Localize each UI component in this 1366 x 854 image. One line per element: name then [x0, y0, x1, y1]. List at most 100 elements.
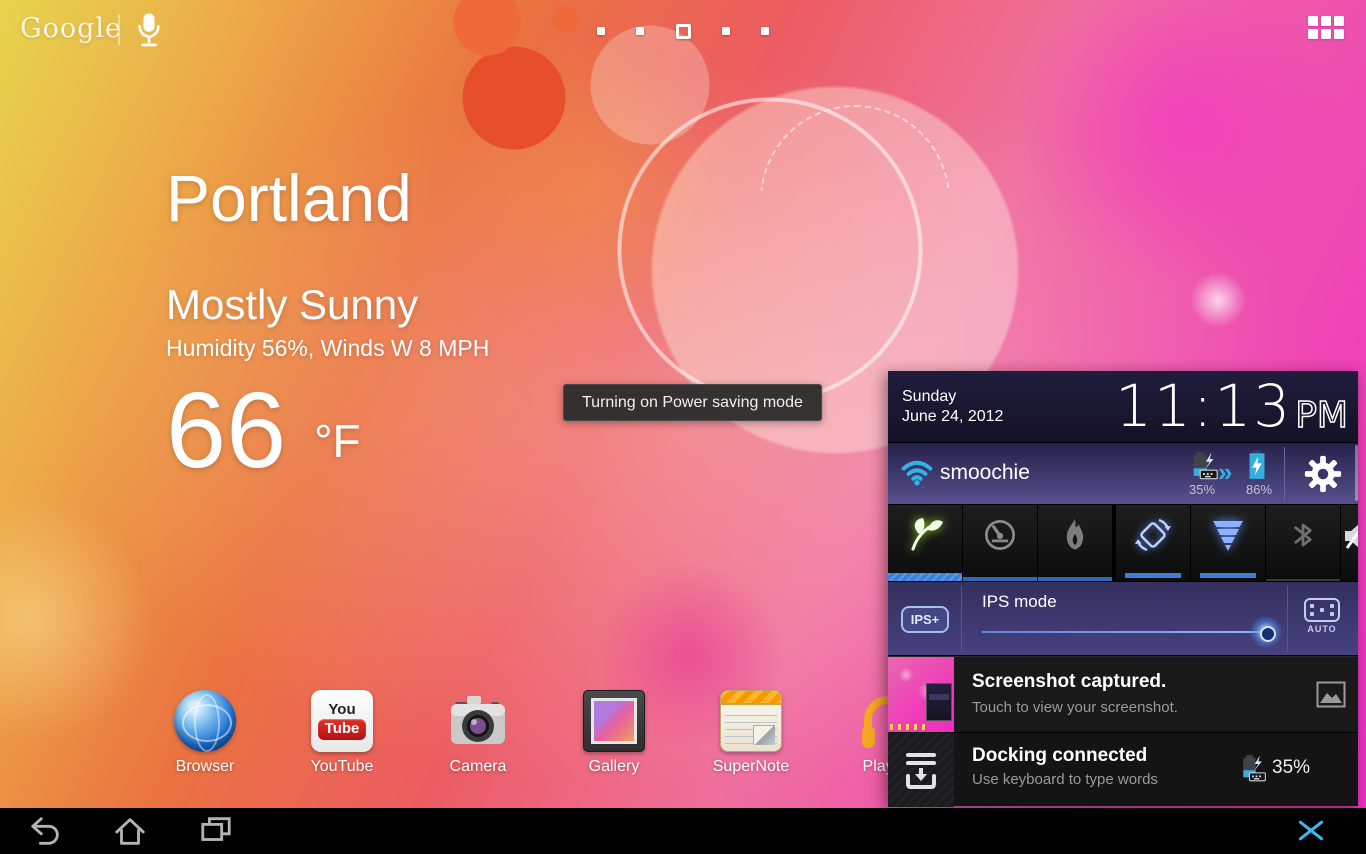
screen-rotate-icon — [1131, 513, 1175, 557]
panel-scrollbar[interactable] — [1355, 445, 1358, 501]
photo-icon — [1316, 681, 1346, 708]
toggle-auto-rotate[interactable] — [1116, 505, 1190, 581]
flame-icon — [1055, 515, 1095, 555]
auto-brightness-button[interactable]: AUTO — [1298, 598, 1346, 634]
panel-header: Sunday June 24, 2012 11:13 PM — [888, 371, 1358, 443]
browser-globe-icon — [174, 690, 236, 752]
home-button[interactable] — [110, 813, 150, 849]
weather-temperature: 66 — [166, 376, 286, 484]
brightness-slider-track[interactable] — [982, 631, 1268, 633]
notification-screenshot[interactable]: Screenshot captured. Touch to view your … — [888, 656, 1358, 732]
toggle-indicator — [888, 573, 962, 581]
tablet-screen: Google Portland Mostly Sunny Humidity 56… — [0, 0, 1366, 854]
weather-city: Portland — [166, 160, 489, 236]
voice-search-button[interactable] — [136, 11, 162, 51]
wifi-network-name: smoochie — [940, 461, 1030, 485]
weather-details: Humidity 56%, Winds W 8 MPH — [166, 335, 489, 362]
home-page-indicator — [597, 20, 769, 42]
page-dot-3-active[interactable] — [676, 24, 691, 39]
clock-time: 11:13 — [1115, 379, 1292, 434]
back-icon — [29, 814, 63, 848]
speaker-icon — [1343, 521, 1358, 551]
gauge-icon — [980, 515, 1020, 555]
recent-apps-button[interactable] — [196, 813, 236, 849]
clock-ampm: PM — [1295, 398, 1348, 434]
app-label: Browser — [150, 758, 260, 776]
bluetooth-icon — [1283, 515, 1323, 555]
docking-battery-percent: 35% — [1272, 757, 1310, 779]
weather-widget[interactable]: Portland Mostly Sunny Humidity 56%, Wind… — [166, 160, 489, 484]
toggle-power-saving[interactable] — [888, 505, 962, 581]
toast-message: Turning on Power saving mode — [563, 384, 822, 421]
wifi-icon — [901, 459, 933, 487]
page-dot-5[interactable] — [761, 27, 769, 35]
app-youtube[interactable]: You Tube YouTube — [287, 690, 397, 776]
toggle-indicator — [1125, 573, 1181, 578]
app-camera[interactable]: Camera — [423, 690, 533, 776]
brightness-slider-thumb[interactable] — [1250, 616, 1282, 648]
apps-grid-icon — [1308, 16, 1318, 26]
close-panel-button[interactable] — [1292, 816, 1330, 846]
toggle-indicator — [1200, 573, 1256, 578]
notification-subtitle: Touch to view your screenshot. — [972, 699, 1178, 716]
weather-unit: °F — [314, 414, 361, 468]
back-button[interactable] — [26, 813, 66, 849]
dock-battery-icon — [1238, 753, 1268, 783]
screenshot-thumbnail — [888, 657, 954, 733]
tablet-battery-icon — [1246, 449, 1268, 481]
panel-date: Sunday June 24, 2012 — [888, 387, 1003, 427]
notification-docking[interactable]: Docking connected Use keyboard to type w… — [888, 732, 1358, 806]
google-search-logo[interactable]: Google — [20, 13, 122, 44]
page-dot-4[interactable] — [722, 27, 730, 35]
docking-battery-status: 35% — [1238, 753, 1310, 783]
app-browser[interactable]: Browser — [150, 690, 260, 776]
toggle-balanced-mode[interactable] — [963, 505, 1037, 581]
panel-status-row: smoochie 35% » 86% — [888, 443, 1358, 505]
recents-icon — [199, 814, 233, 848]
app-gallery[interactable]: Gallery — [559, 690, 669, 776]
gallery-icon — [583, 690, 645, 752]
camera-icon — [447, 690, 509, 752]
auto-brightness-icon — [1304, 598, 1340, 622]
microphone-icon — [136, 11, 162, 51]
charging-chevrons-icon: » — [1218, 457, 1230, 488]
auto-label: AUTO — [1298, 624, 1346, 634]
app-supernote[interactable]: SuperNote — [696, 690, 806, 776]
date-full: June 24, 2012 — [902, 407, 1003, 427]
date-weekday: Sunday — [902, 387, 1003, 407]
ips-mode-row: IPS+ IPS mode AUTO — [888, 581, 1358, 656]
toggle-wifi-performance[interactable] — [1191, 505, 1265, 581]
settings-button[interactable] — [1302, 453, 1344, 495]
app-label: Gallery — [559, 758, 669, 776]
wallpaper-dashed-ring — [760, 105, 950, 295]
notification-title: Docking connected — [972, 745, 1147, 767]
ips-mode-label: IPS mode — [982, 592, 1057, 612]
dock-battery-percent: 35% — [1189, 482, 1215, 497]
quick-toggles-row — [888, 505, 1358, 581]
page-dot-1[interactable] — [597, 27, 605, 35]
notification-title: Screenshot captured. — [972, 671, 1166, 693]
page-dot-2[interactable] — [636, 27, 644, 35]
toggle-bluetooth[interactable] — [1266, 505, 1340, 581]
toggle-audio-partial[interactable] — [1341, 505, 1358, 581]
app-label: YouTube — [287, 758, 397, 776]
youtube-icon: You Tube — [311, 690, 373, 752]
funnel-bars-icon — [1206, 513, 1250, 557]
gear-icon — [1302, 453, 1344, 495]
search-divider — [118, 14, 120, 46]
leaf-icon — [903, 513, 947, 557]
system-navigation-bar — [0, 808, 1366, 854]
notification-panel: Sunday June 24, 2012 11:13 PM smoochie — [888, 371, 1358, 806]
all-apps-button[interactable] — [1308, 16, 1348, 44]
toggle-performance-mode[interactable] — [1038, 505, 1112, 581]
ips-plus-badge[interactable]: IPS+ — [901, 606, 949, 633]
app-label: Camera — [423, 758, 533, 776]
docking-icon-cell — [888, 733, 954, 807]
app-label: SuperNote — [696, 758, 806, 776]
supernote-icon — [720, 690, 782, 752]
status-divider — [1284, 447, 1285, 501]
weather-condition: Mostly Sunny — [166, 281, 489, 329]
notification-subtitle: Use keyboard to type words — [972, 771, 1158, 788]
home-icon — [113, 814, 147, 848]
docking-icon — [900, 748, 942, 792]
